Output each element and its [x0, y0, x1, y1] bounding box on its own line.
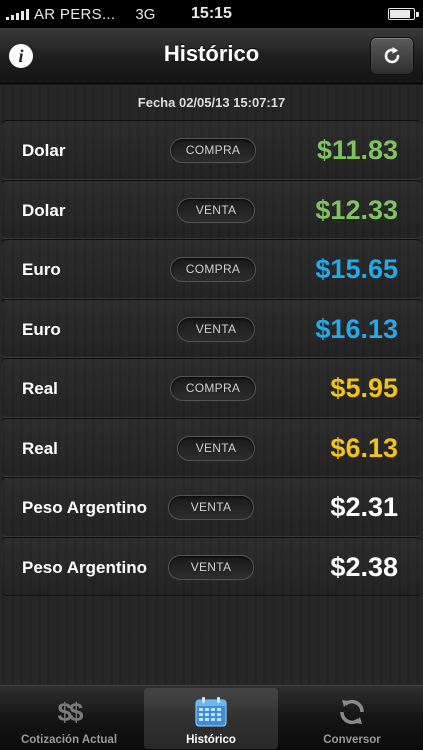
rate-type-badge: VENTA [168, 554, 254, 580]
rate-row[interactable]: Real COMPRA $5.95 [1, 358, 422, 418]
rate-row[interactable]: Real VENTA $6.13 [1, 417, 422, 477]
rate-type-badge: COMPRA [170, 257, 256, 282]
dollar-icon: $$ [57, 696, 84, 727]
rate-type-badge: VENTA [177, 316, 255, 342]
rate-price: $15.65 [315, 254, 398, 284]
rate-type-badge: COMPRA [170, 138, 256, 163]
currency-name: Peso Argentino [22, 498, 147, 517]
rate-type-badge: VENTA [177, 197, 255, 223]
rate-price: $12.33 [315, 194, 398, 225]
navigation-bar: i Histórico [0, 28, 423, 84]
tab-cotizacion-actual[interactable]: $$ Cotización Actual [2, 688, 136, 749]
tab-bar: $$ Cotización Actual Histórico Conversor [0, 685, 423, 750]
refresh-button[interactable] [370, 37, 414, 75]
carrier-name: AR PERS... [34, 5, 116, 23]
currency-name: Real [22, 379, 58, 398]
rate-row[interactable]: Peso Argentino VENTA $2.31 [1, 477, 422, 537]
sync-icon [285, 694, 419, 730]
history-content: Fecha 02/05/13 15:07:17 Dolar COMPRA $11.8… [0, 85, 423, 685]
rate-price: $2.38 [330, 551, 398, 582]
currency-name: Euro [22, 260, 61, 279]
rate-list: Dolar COMPRA $11.83 Dolar VENTA $12.33 Euro COM… [0, 120, 423, 596]
rate-price: $11.83 [316, 135, 398, 165]
rate-price: $16.13 [315, 313, 398, 344]
rate-row[interactable]: Dolar COMPRA $11.83 [1, 120, 422, 180]
rate-row[interactable]: Dolar VENTA $12.33 [1, 179, 422, 239]
calendar-icon [144, 694, 278, 730]
rate-row[interactable]: Euro COMPRA $15.65 [1, 239, 422, 299]
currency-name: Euro [22, 319, 61, 339]
currency-name: Dolar [22, 141, 66, 160]
network-type: 3G [135, 5, 156, 23]
currency-name: Real [22, 438, 58, 458]
tab-historico[interactable]: Histórico [144, 688, 278, 749]
refresh-icon [384, 47, 400, 64]
rate-row[interactable]: Peso Argentino VENTA $2.38 [1, 536, 422, 596]
signal-icon [6, 8, 29, 20]
tab-label: Conversor [323, 734, 381, 746]
currency-name: Dolar [22, 200, 66, 220]
page-title: Histórico [163, 41, 260, 66]
rate-price: $5.95 [330, 373, 398, 403]
battery-fill [390, 10, 410, 18]
rate-type-badge: VENTA [177, 435, 255, 461]
tab-conversor[interactable]: Conversor [285, 688, 419, 749]
tab-label: Histórico [186, 734, 236, 746]
currency-name: Peso Argentino [22, 557, 147, 577]
date-label: Fecha 02/05/13 15:07:17 [137, 95, 286, 110]
rate-price: $2.31 [330, 492, 398, 522]
battery-icon [388, 8, 419, 20]
rate-price: $6.13 [330, 432, 398, 463]
rate-row[interactable]: Euro VENTA $16.13 [1, 298, 422, 358]
rate-type-badge: VENTA [168, 495, 254, 520]
tab-label: Cotización Actual [20, 734, 118, 746]
status-bar: AR PERS... 3G 15:15 [0, 0, 423, 28]
rate-type-badge: COMPRA [170, 376, 256, 401]
